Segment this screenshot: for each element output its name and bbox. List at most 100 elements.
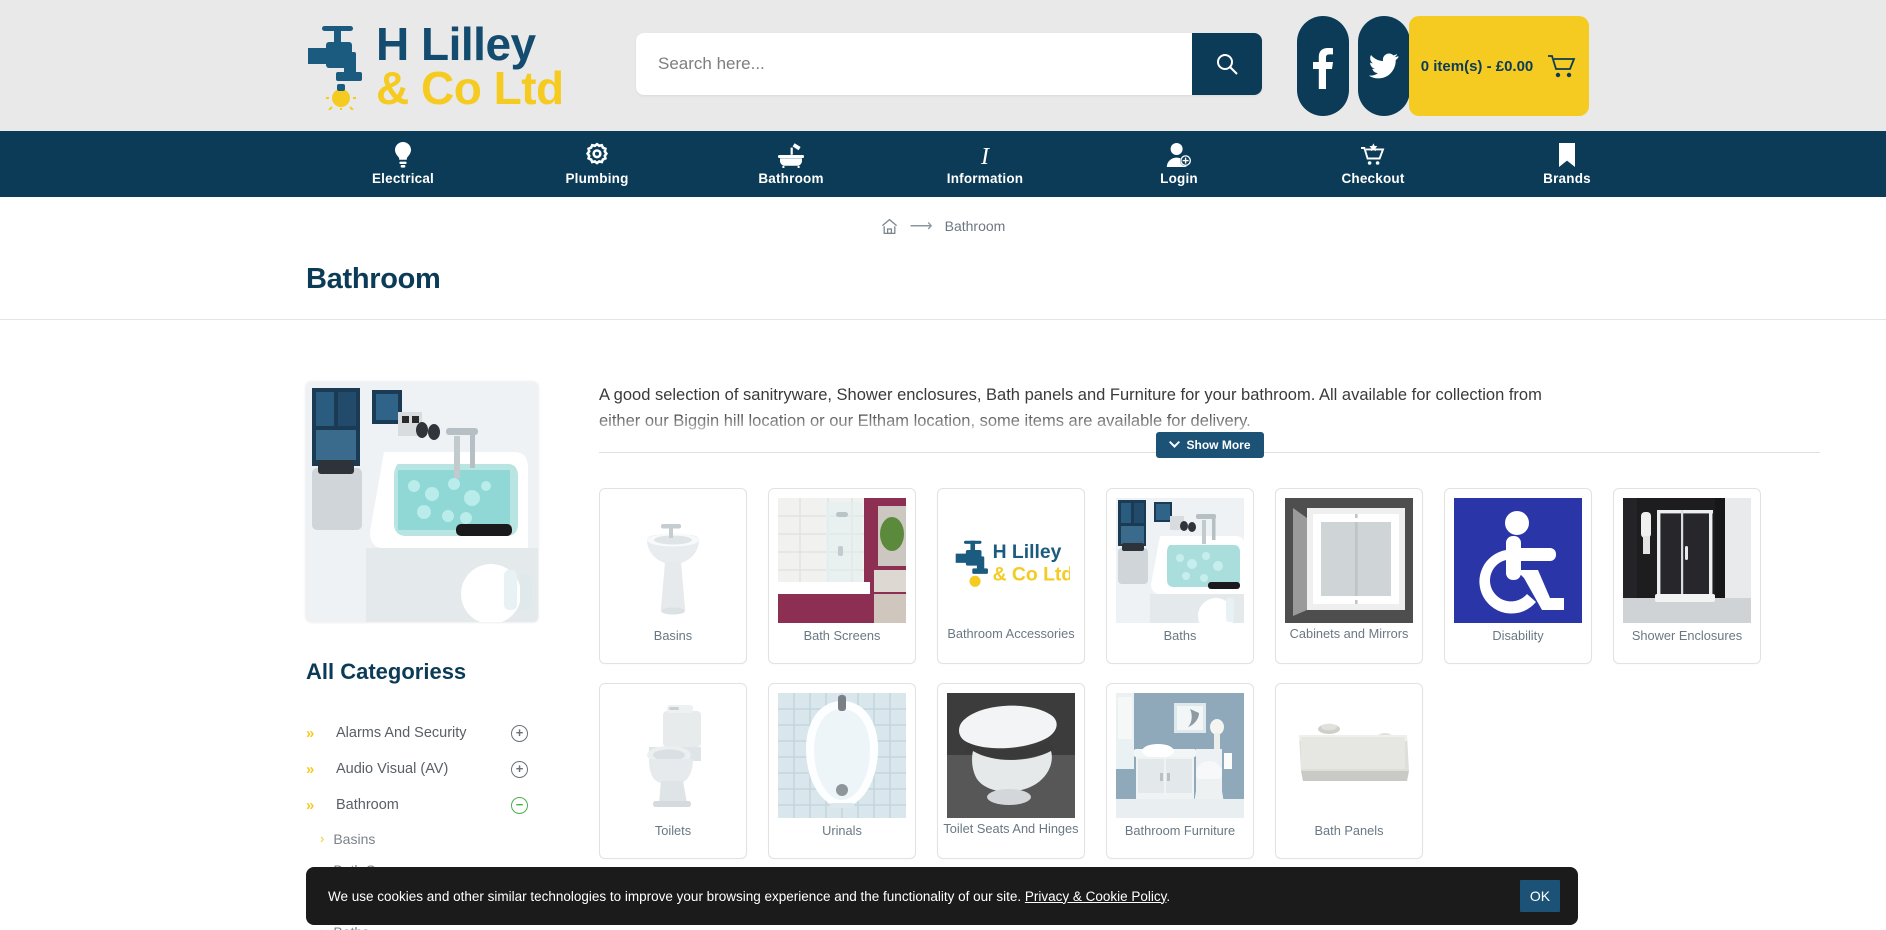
nav-label-brands: Brands xyxy=(1543,171,1591,186)
twitter-icon xyxy=(1369,53,1399,79)
category-card-bathroom-accessories[interactable]: H Lilley & Co Ltd Bathroom Accessories xyxy=(937,488,1085,665)
category-thumbnail xyxy=(609,498,737,624)
privacy-cookie-policy-link[interactable]: Privacy & Cookie Policy xyxy=(1025,889,1167,904)
cart-star-icon xyxy=(1359,142,1387,168)
svg-text:& Co Ltd: & Co Ltd xyxy=(993,563,1070,585)
category-card-baths[interactable]: Baths xyxy=(1106,488,1254,665)
category-thumbnail xyxy=(1116,498,1244,624)
nav-item-login[interactable]: Login xyxy=(1082,142,1276,186)
category-thumbnail xyxy=(778,693,906,819)
category-card-bath-panels[interactable]: Bath Panels xyxy=(1275,683,1423,860)
category-card-label: Bathroom Furniture xyxy=(1124,823,1236,839)
logo-text-line1: H Lilley xyxy=(376,18,536,70)
category-card-label: Urinals xyxy=(822,823,862,839)
search-icon xyxy=(1214,51,1240,77)
subcategory-label: Basins xyxy=(333,830,376,847)
category-card-label: Bath Screens xyxy=(803,628,881,644)
category-item-bathroom[interactable]: » Bathroom − xyxy=(306,787,546,823)
category-card-label: Shower Enclosures xyxy=(1631,628,1743,644)
category-thumbnail xyxy=(778,498,906,624)
expand-toggle-icon[interactable]: + xyxy=(511,724,528,742)
main-navigation: Electrical Plumbing Bathroom I Informati… xyxy=(0,131,1886,197)
category-card-toilet-seats-and-hinges[interactable]: Toilet Seats And Hinges xyxy=(937,683,1085,860)
category-thumbnail xyxy=(1285,693,1413,819)
category-thumbnail: H Lilley & Co Ltd xyxy=(947,498,1075,624)
category-card-cabinets-and-mirrors[interactable]: Cabinets and Mirrors xyxy=(1275,488,1423,665)
category-card-bathroom-furniture[interactable]: Bathroom Furniture xyxy=(1106,683,1254,860)
cookie-banner: We use cookies and other similar technol… xyxy=(306,867,1578,925)
twitter-button[interactable] xyxy=(1358,16,1410,116)
breadcrumb-current[interactable]: Bathroom xyxy=(945,218,1006,234)
category-grid: Basins Bath Screens H Lilley & Co Ltd Ba… xyxy=(599,488,1820,860)
category-card-urinals[interactable]: Urinals xyxy=(768,683,916,860)
site-header: H Lilley & Co Ltd Search here... 0 item(… xyxy=(0,0,1886,131)
category-thumbnail xyxy=(1454,498,1582,624)
nav-label-information: Information xyxy=(946,171,1024,186)
facebook-button[interactable] xyxy=(1297,16,1349,116)
sidebar-hero-image xyxy=(306,382,538,622)
category-card-shower-enclosures[interactable]: Shower Enclosures xyxy=(1613,488,1761,665)
collapse-toggle-icon[interactable]: − xyxy=(511,796,528,814)
cookie-ok-button[interactable]: OK xyxy=(1520,880,1560,912)
home-icon[interactable] xyxy=(881,218,898,235)
chevron-right-icon: › xyxy=(320,831,325,846)
cart-button[interactable]: 0 item(s) - £0.00 xyxy=(1409,16,1589,116)
nav-label-login: Login xyxy=(1160,171,1198,186)
nav-label-bathroom: Bathroom xyxy=(758,171,824,186)
cookie-message: We use cookies and other similar technol… xyxy=(328,889,1520,904)
sidebar-heading: All Categoriess xyxy=(306,659,467,684)
search-button[interactable] xyxy=(1192,33,1262,95)
cart-total-label: 0 item(s) - £0.00 xyxy=(1420,57,1534,75)
content-column: A good selection of sanitryware, Shower … xyxy=(546,382,1886,930)
double-chevron-right-icon: » xyxy=(306,724,315,742)
category-thumbnail xyxy=(1623,498,1751,624)
sidebar: All Categoriess » Alarms And Security + … xyxy=(306,382,546,930)
breadcrumb: ⟶ Bathroom xyxy=(0,197,1886,255)
main-content: All Categoriess » Alarms And Security + … xyxy=(0,320,1886,930)
search-input[interactable] xyxy=(636,33,1192,95)
show-more-label: Show More xyxy=(1186,438,1251,453)
nav-item-brands[interactable]: Brands xyxy=(1470,142,1664,186)
category-card-label: Bathroom Accessories xyxy=(947,626,1075,642)
nav-item-checkout[interactable]: Checkout xyxy=(1276,142,1470,186)
category-thumbnail xyxy=(609,693,737,819)
bookmark-icon xyxy=(1556,142,1578,168)
category-description-block: A good selection of sanitryware, Shower … xyxy=(599,382,1820,459)
chevron-down-icon xyxy=(1168,441,1180,449)
cookie-message-end: . xyxy=(1166,888,1171,904)
page-title: Bathroom xyxy=(306,263,441,295)
show-more-button[interactable]: Show More xyxy=(1155,432,1264,459)
nav-item-bathroom[interactable]: Bathroom xyxy=(694,142,888,186)
information-italic-i-icon: I xyxy=(973,142,997,168)
shopping-cart-icon xyxy=(1547,53,1577,79)
svg-text:I: I xyxy=(980,144,990,168)
category-item-audio-visual[interactable]: » Audio Visual (AV) + xyxy=(306,751,546,787)
subcategory-item-basins[interactable]: › Basins xyxy=(306,823,546,854)
category-thumbnail xyxy=(947,693,1075,819)
category-card-basins[interactable]: Basins xyxy=(599,488,747,665)
faucet-lightbulb-logo-icon xyxy=(306,22,372,110)
gear-icon xyxy=(584,142,610,168)
svg-text:H Lilley: H Lilley xyxy=(993,541,1062,563)
category-card-disability[interactable]: Disability xyxy=(1444,488,1592,665)
nav-item-plumbing[interactable]: Plumbing xyxy=(500,142,694,186)
nav-label-checkout: Checkout xyxy=(1341,171,1405,186)
category-description: A good selection of sanitryware, Shower … xyxy=(599,386,1542,431)
nav-item-information[interactable]: I Information xyxy=(888,142,1082,186)
search-bar xyxy=(636,33,1262,95)
category-card-label: Toilet Seats And Hinges xyxy=(943,821,1079,837)
page-title-row: Bathroom xyxy=(0,255,1886,296)
expand-toggle-icon[interactable]: + xyxy=(511,760,528,778)
nav-item-electrical[interactable]: Electrical xyxy=(306,142,500,186)
bathtub-shower-icon xyxy=(777,142,805,168)
site-logo[interactable]: H Lilley & Co Ltd xyxy=(306,14,564,118)
category-card-toilets[interactable]: Toilets xyxy=(599,683,747,860)
category-card-label: Basins xyxy=(653,628,693,644)
category-item-alarms-and-security[interactable]: » Alarms And Security + xyxy=(306,715,546,751)
social-links xyxy=(1297,16,1410,116)
category-thumbnail xyxy=(1285,498,1413,624)
category-card-bath-screens[interactable]: Bath Screens xyxy=(768,488,916,665)
category-card-label: Cabinets and Mirrors xyxy=(1289,626,1409,642)
category-card-label: Baths xyxy=(1163,628,1197,644)
category-label: Audio Visual (AV) xyxy=(336,761,449,777)
